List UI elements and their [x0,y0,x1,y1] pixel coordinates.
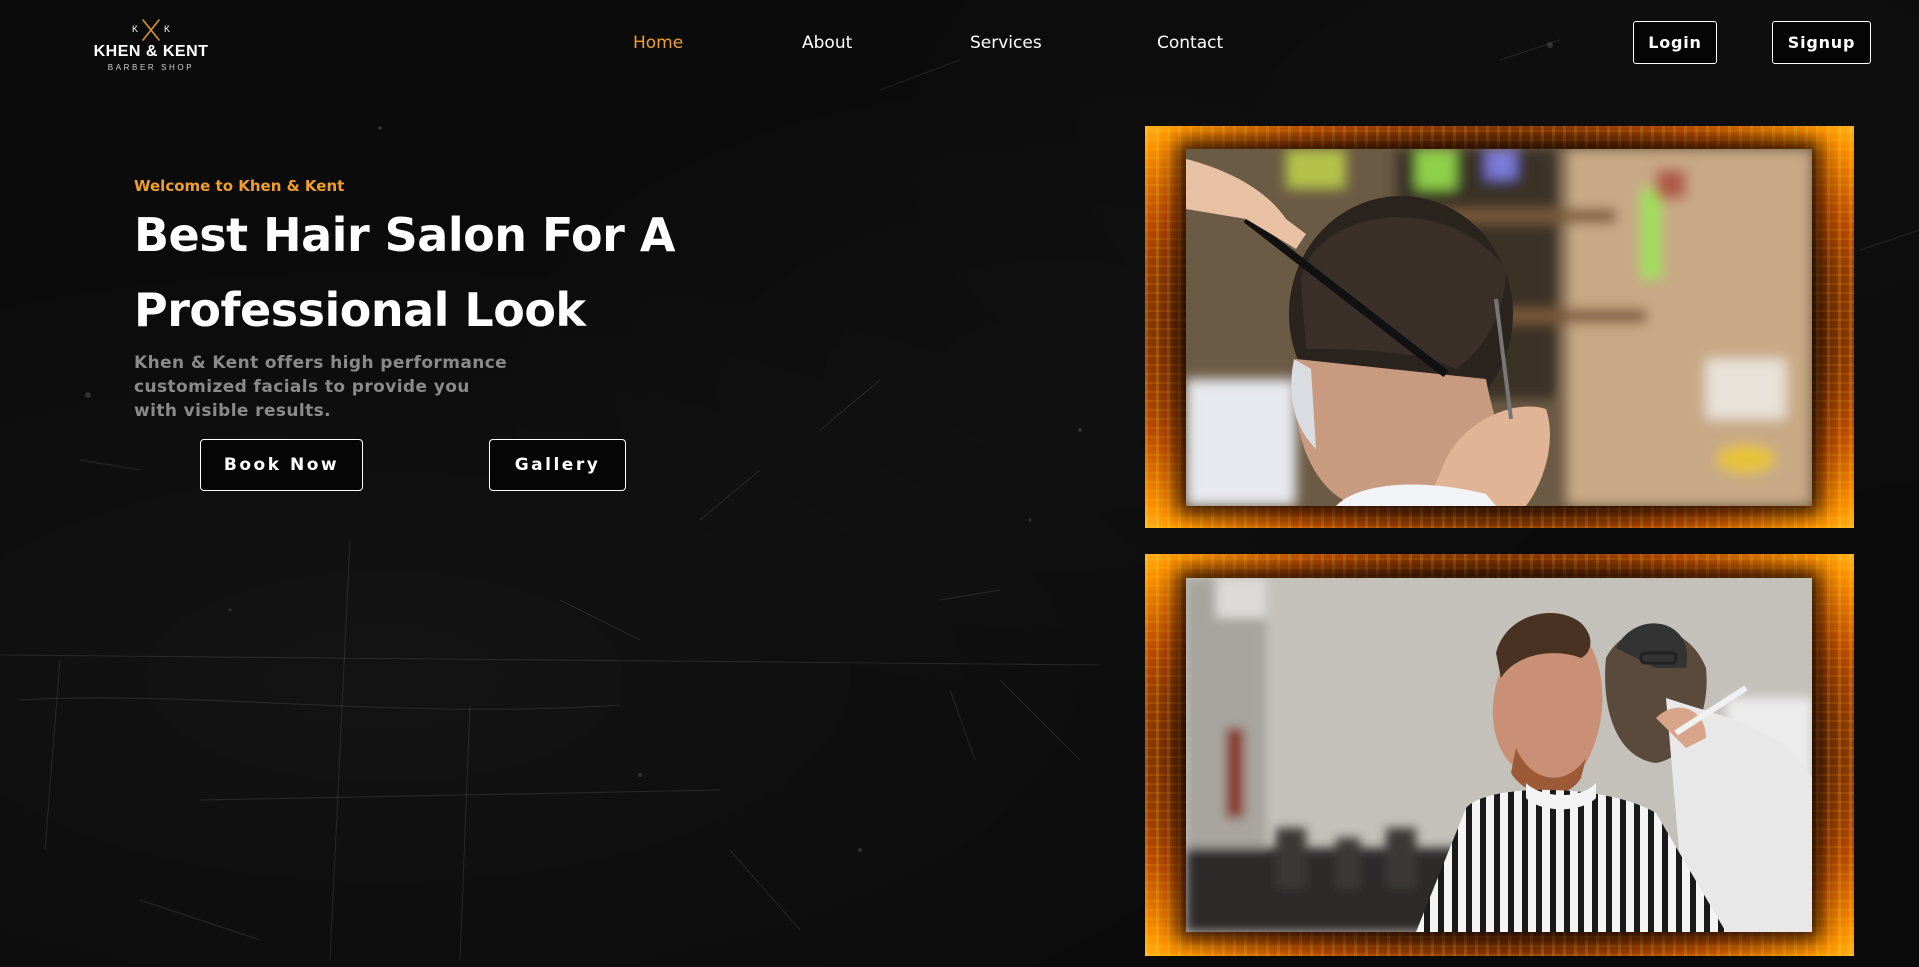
crossed-scissors-icon: K K [132,19,170,41]
haircut-illustration [1186,149,1812,506]
hero-description-line-2: customized facials to provide you [134,377,470,397]
nav-link-about[interactable]: About [802,33,852,53]
fire-frame-bottom [1145,554,1854,956]
gallery-button[interactable]: Gallery [489,439,626,491]
hero-headline-line-1: Best Hair Salon For A [134,208,675,262]
barber-illustration [1186,578,1812,932]
book-now-button[interactable]: Book Now [200,439,363,491]
haircut-photo [1186,149,1812,506]
logo-initial-right: K [164,24,170,34]
page: K K KHEN & KENT BARBER SHOP Home About S… [0,0,1919,967]
hero-description-line-3: with visible results. [134,401,332,421]
hero-headline-line-2: Professional Look [134,283,586,337]
nav-link-contact[interactable]: Contact [1157,33,1223,53]
login-button[interactable]: Login [1633,21,1717,64]
hero-description: Khen & Kent offers high performance cust… [134,351,554,423]
fire-frame-top [1145,126,1854,528]
brand-logo[interactable]: K K KHEN & KENT BARBER SHOP [84,18,218,82]
nav-link-home[interactable]: Home [633,33,683,53]
hero-eyebrow: Welcome to Khen & Kent [134,177,345,195]
barber-photo [1186,578,1812,932]
signup-button[interactable]: Signup [1772,21,1871,64]
nav-link-services[interactable]: Services [970,33,1042,53]
hero-description-line-1: Khen & Kent offers high performance [134,353,508,373]
logo-initial-left: K [132,24,138,34]
brand-tagline: BARBER SHOP [107,63,195,72]
hero-headline: Best Hair Salon For A Professional Look [134,198,754,348]
brand-name: KHEN & KENT [93,43,209,60]
